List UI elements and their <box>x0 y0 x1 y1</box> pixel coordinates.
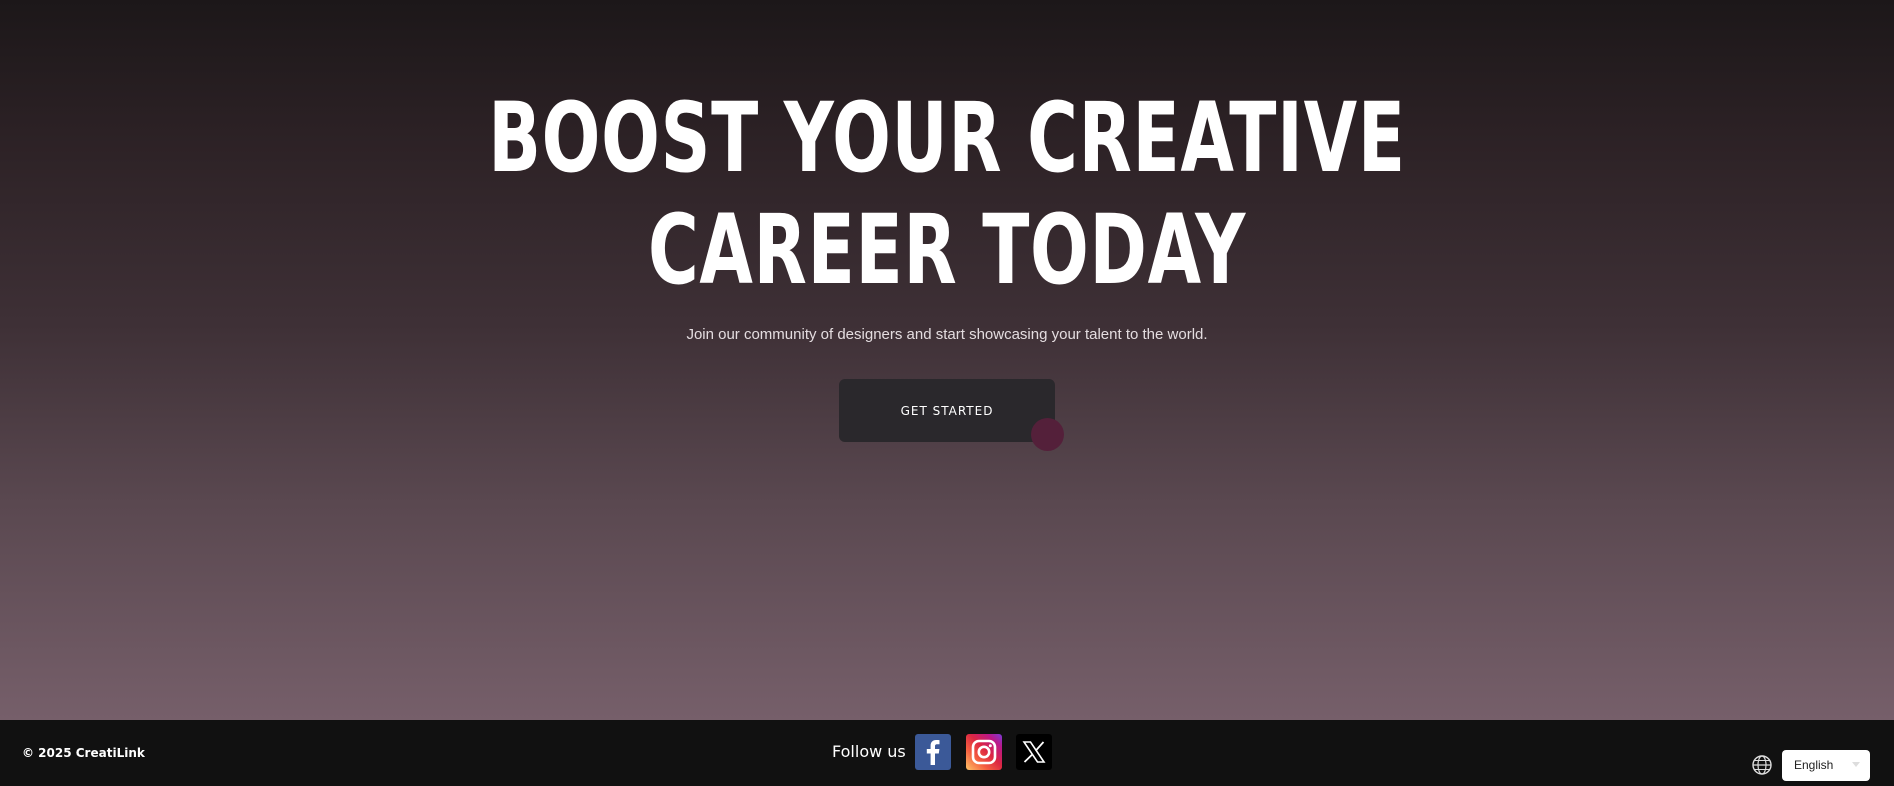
globe-icon <box>1752 755 1772 775</box>
language-select[interactable]: English <box>1782 750 1870 781</box>
follow-us-label: Follow us <box>832 742 906 761</box>
hero-headline: BOOST YOUR CREATIVE CAREER TODAY <box>265 82 1629 306</box>
footer: © 2025 CreatiLink Follow us English <box>0 720 1894 786</box>
instagram-icon[interactable] <box>966 734 1002 770</box>
chevron-down-icon <box>1852 762 1860 767</box>
hero-subtitle: Join our community of designers and star… <box>686 326 1208 343</box>
x-icon[interactable] <box>1016 734 1052 770</box>
language-selected-value: English <box>1794 758 1834 772</box>
hero-headline-line-1: BOOST YOUR CREATIVE <box>488 82 1406 194</box>
copyright-text: © 2025 CreatiLink <box>22 746 145 760</box>
cursor-follower-dot <box>1031 418 1064 451</box>
hero-headline-line-2: CAREER TODAY <box>647 194 1247 306</box>
get-started-button[interactable]: GET STARTED <box>839 379 1055 442</box>
hero-section: BOOST YOUR CREATIVE CAREER TODAY Join ou… <box>0 0 1894 720</box>
facebook-icon[interactable] <box>915 734 951 770</box>
